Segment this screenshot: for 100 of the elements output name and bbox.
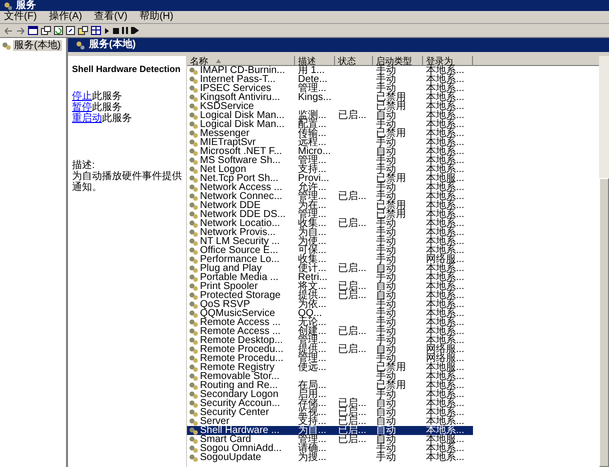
view-icon[interactable] [91, 26, 101, 35]
table-cell: 已启... [338, 219, 366, 228]
service-row[interactable]: Plug and Play 使计... 已启... 自动 本地系... [187, 264, 473, 273]
service-row[interactable]: Network DDE DS... 管理... 已禁用 本地系... [187, 210, 473, 219]
table-cell: 本地系... [426, 75, 464, 84]
menu-item[interactable]: 文件(F) [4, 11, 37, 23]
action-link[interactable]: 重启动 [72, 113, 102, 124]
table-cell: 自动 [376, 345, 396, 354]
service-row[interactable]: Smart Card 管理... 已启... 自动 本地服... [187, 435, 473, 444]
pause-icon[interactable] [122, 27, 128, 34]
column-header[interactable]: 状态 [335, 56, 373, 65]
table-cell: 已启... [338, 399, 366, 408]
column-header[interactable]: 启动类型 [373, 56, 423, 65]
scrollbar-thumb[interactable] [599, 178, 609, 467]
service-row[interactable]: Network Provis... 为自... 手动 本地系... [187, 228, 473, 237]
table-cell: 已启... [338, 291, 366, 300]
service-row[interactable]: NT LM Security ... 为使... 手动 本地系... [187, 237, 473, 246]
service-row[interactable]: IPSEC Services 管理... 手动 本地系... [187, 84, 473, 93]
table-cell: 自动 [376, 408, 396, 417]
table-cell: 管理... [298, 336, 326, 345]
service-row[interactable]: Kingsoft Antiviru... Kings... 已禁用 本地系... [187, 93, 473, 102]
refresh-icon[interactable] [54, 26, 63, 35]
service-row[interactable]: Server 支持... 已启... 自动 本地系... [187, 417, 473, 426]
table-cell: Secondary Logon [200, 390, 278, 399]
help-icon[interactable] [78, 26, 88, 35]
service-row[interactable]: MIETraptSvr 远程... 手动 本地系... [187, 138, 473, 147]
service-row[interactable]: Net Logon 支持... 手动 本地系... [187, 165, 473, 174]
table-cell: 已禁用 [376, 174, 406, 183]
service-row[interactable]: Office Source E... 可保... 手动 本地系... [187, 246, 473, 255]
play-icon[interactable] [104, 26, 110, 34]
back-icon[interactable] [4, 26, 13, 34]
stop-icon[interactable] [113, 28, 119, 34]
service-row[interactable]: Remote Desktop... 管理... 手动 本地系... [187, 336, 473, 345]
service-row[interactable]: Routing and Re... 在局... 已禁用 本地系... [187, 381, 473, 390]
service-row[interactable]: Logical Disk Man... 监测... 已启... 自动 本地系... [187, 111, 473, 120]
table-cell: 本地服... [426, 174, 464, 183]
table-cell: 本地系... [426, 390, 464, 399]
menu-item[interactable]: 查看(V) [94, 11, 128, 23]
table-cell: QoS RSVP [200, 300, 250, 309]
service-row[interactable]: Performance Lo... 收集... 手动 网络服... [187, 255, 473, 264]
service-row[interactable]: QQMusicService QQ... 手动 本地系... [187, 309, 473, 318]
service-row[interactable]: Removable Stor... 手动 本地系... [187, 372, 473, 381]
action-link[interactable]: 停止 [72, 91, 92, 102]
table-cell: 本地系... [426, 183, 464, 192]
restart-icon[interactable] [131, 27, 139, 34]
tree-item[interactable]: 服务(本地) [13, 40, 62, 51]
action-link[interactable]: 暂停 [72, 102, 92, 113]
service-row[interactable]: Network Access ... 允许... 手动 本地系... [187, 183, 473, 192]
column-header[interactable]: 名称 [187, 56, 295, 65]
service-row[interactable]: Microsoft .NET F... Micro... 自动 本地系... [187, 147, 473, 156]
table-cell: 本地系... [426, 372, 464, 381]
service-row[interactable]: Network DDE 为在... 已禁用 本地系... [187, 201, 473, 210]
table-cell: 已禁用 [376, 381, 406, 390]
service-row[interactable]: Remote Procedu... 提供... 已启... 自动 网络服... [187, 345, 473, 354]
table-cell: Network Connec... [200, 192, 282, 201]
properties-icon[interactable] [41, 26, 51, 35]
service-row[interactable]: Security Accoun... 存储... 已启... 自动 本地系... [187, 399, 473, 408]
service-row[interactable]: Remote Registry 使远... 已禁用 本地服... [187, 363, 473, 372]
service-row[interactable]: Messenger 传输... 已禁用 本地系... [187, 129, 473, 138]
service-row[interactable]: Secondary Logon 启用... 手动 本地系... [187, 390, 473, 399]
service-row[interactable]: Remote Procedu... 管理... 手动 网络服... [187, 354, 473, 363]
scrollbar[interactable] [599, 56, 609, 467]
table-cell: 本地系... [426, 300, 464, 309]
service-row[interactable]: Net.Tcp Port Sh... Provi... 已禁用 本地服... [187, 174, 473, 183]
service-row[interactable]: Internet Pass-T... Dete... 手动 本地系... [187, 75, 473, 84]
table-cell: 已启... [338, 435, 366, 444]
service-row[interactable]: SogouUpdate 为搜... 手动 本地系... [187, 453, 473, 462]
service-row[interactable]: Remote Access ... 创建... 已启... 手动 本地系... [187, 327, 473, 336]
table-cell: 配置... [298, 120, 326, 129]
table-cell: Remote Procedu... [200, 345, 284, 354]
service-row[interactable]: Network Locatio... 收集... 已启... 手动 本地系... [187, 219, 473, 228]
service-row[interactable]: IMAPI CD-Burnin... 用 1... 手动 本地系... [187, 66, 473, 75]
service-row[interactable]: Protected Storage 提供... 已启... 自动 本地系... [187, 291, 473, 300]
service-row[interactable]: Print Spooler 将文... 已启... 自动 本地系... [187, 282, 473, 291]
service-row[interactable]: Logical Disk Man... 配置... 手动 本地系... [187, 120, 473, 129]
service-row[interactable]: KSDService 已禁用 本地系... [187, 102, 473, 111]
service-row[interactable]: QoS RSVP 为依... 手动 本地系... [187, 300, 473, 309]
table-cell: 本地系... [426, 273, 464, 282]
table-cell: 远程... [298, 138, 326, 147]
service-row[interactable]: MS Software Sh... 管理... 手动 本地系... [187, 156, 473, 165]
table-cell: 允许... [298, 183, 326, 192]
column-header[interactable]: 描述 [295, 56, 335, 65]
service-row[interactable]: Network Connec... 管理... 已启... 手动 本地系... [187, 192, 473, 201]
table-cell: 网络服... [426, 255, 464, 264]
table-cell: Provi... [298, 174, 330, 183]
export-icon[interactable] [66, 26, 75, 35]
table-cell: 手动 [376, 192, 396, 201]
table-cell: 本地系... [426, 237, 464, 246]
service-row[interactable]: Security Center 监视... 已启... 自动 本地系... [187, 408, 473, 417]
table-cell: 本地系... [426, 84, 464, 93]
service-row[interactable]: Sogou OmniAdd... 请确... 手动 本地系... [187, 444, 473, 453]
menu-item[interactable]: 操作(A) [48, 11, 82, 23]
menu-item[interactable]: 帮助(H) [139, 11, 174, 23]
service-row[interactable]: Remote Access ... 无论... 手动 本地系... [187, 318, 473, 327]
table-cell: 手动 [376, 354, 396, 363]
service-row[interactable]: Portable Media ... Retri... 手动 本地系... [187, 273, 473, 282]
table-cell: 本地系... [426, 327, 464, 336]
console-tree-icon[interactable] [28, 26, 38, 35]
column-header[interactable]: 登录为 [423, 56, 473, 65]
forward-icon[interactable] [16, 26, 25, 34]
